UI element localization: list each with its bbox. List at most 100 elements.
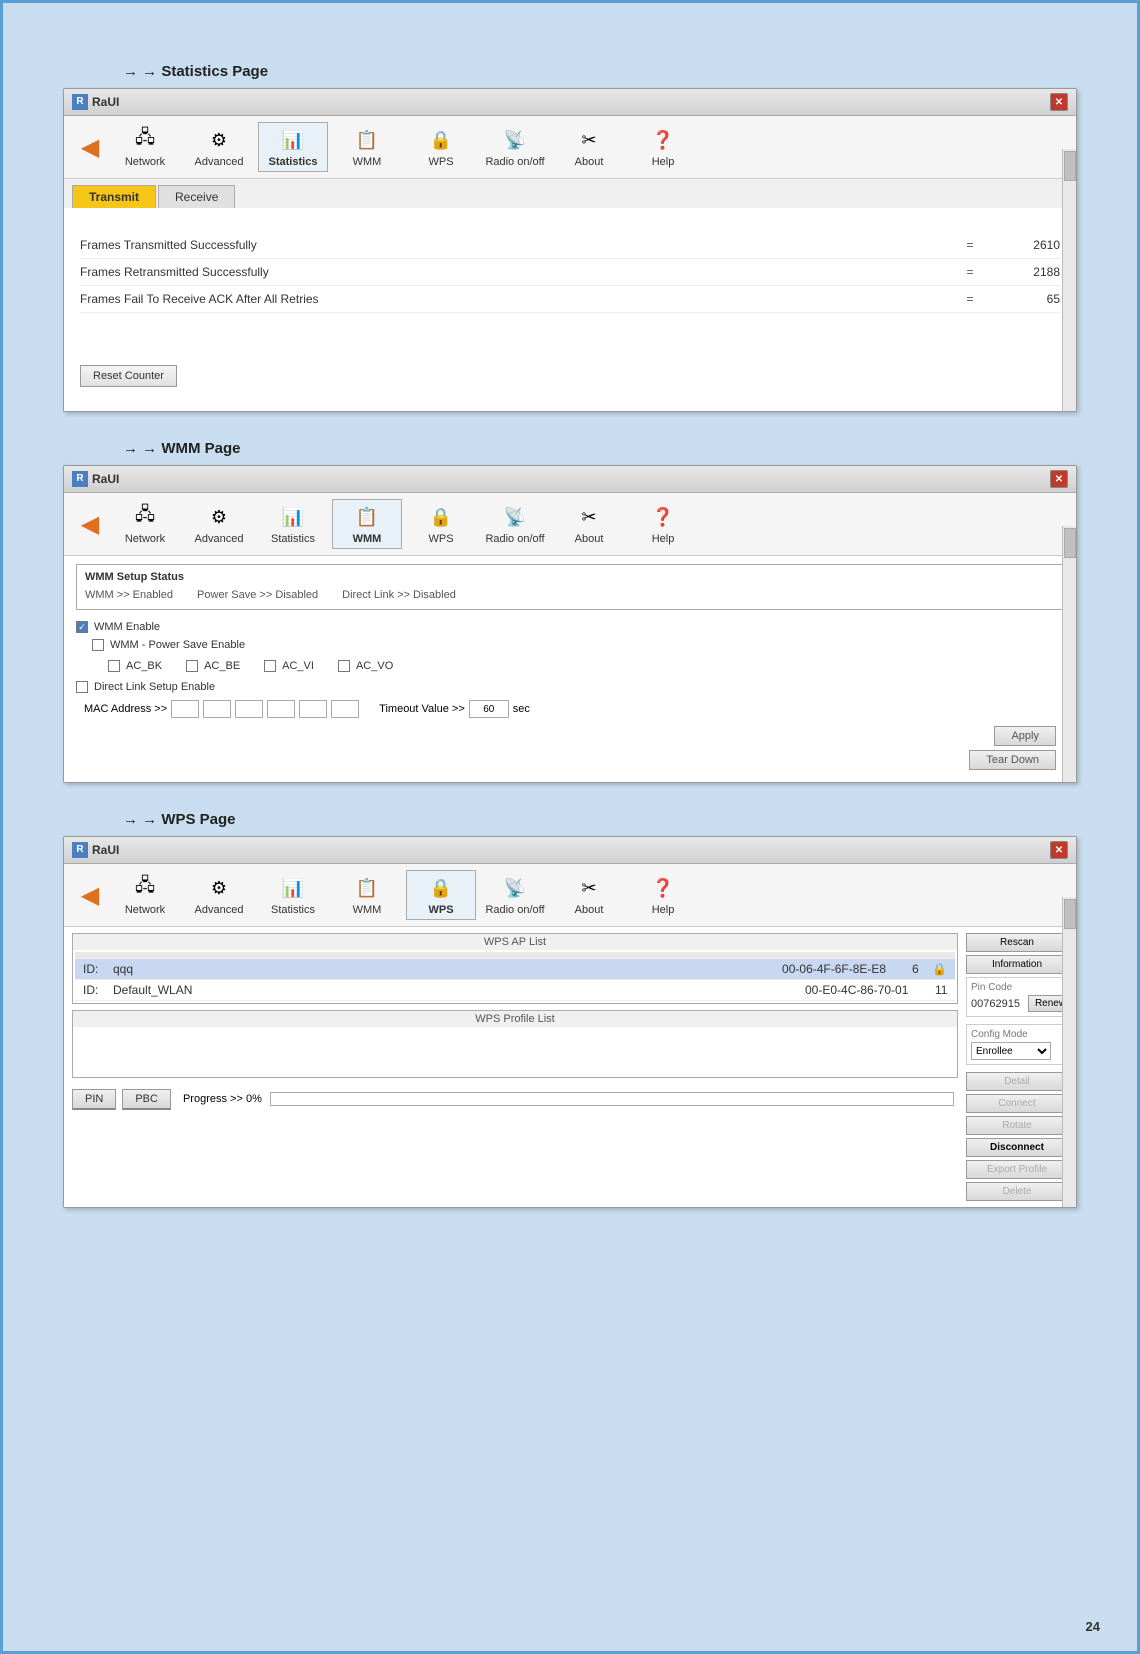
ac-be-checkbox[interactable] [186, 660, 198, 672]
title-bar-wmm: R RaUI ✕ [64, 466, 1076, 493]
wmm-toolbar-statistics[interactable]: 📊 Statistics [258, 499, 328, 549]
tab-transmit[interactable]: Transmit [72, 185, 156, 208]
mac-field-2[interactable] [203, 700, 231, 718]
wps-ap-header [75, 952, 955, 959]
timeout-field[interactable] [469, 700, 509, 718]
wps-wmm-icon: 📋 [352, 874, 382, 902]
wps-ap-row-1[interactable]: ID: Default_WLAN 00-E0-4C-86-70-01 11 [75, 980, 955, 1001]
wmm-power-save-checkbox[interactable] [92, 639, 104, 651]
wmm-toolbar-help[interactable]: ❓ Help [628, 499, 698, 549]
wps-toolbar-wmm[interactable]: 📋 WMM [332, 870, 402, 920]
stats-value-2: 65 [980, 292, 1060, 306]
close-button[interactable]: ✕ [1050, 93, 1068, 111]
wps-close-button[interactable]: ✕ [1050, 841, 1068, 859]
wps-back-button[interactable]: ◀ [74, 875, 106, 915]
title-icon-wps: R [72, 842, 88, 858]
scrollbar-thumb-statistics[interactable] [1064, 151, 1076, 181]
wps-ap-row-0[interactable]: ID: qqq 00-06-4F-6F-8E-E8 6 🔒 [75, 959, 955, 980]
wps-toolbar-advanced[interactable]: ⚙ Advanced [184, 870, 254, 920]
ac-vi-checkbox[interactable] [264, 660, 276, 672]
network-icon: 🖧 [130, 126, 160, 154]
ac-bk-row: AC_BK [108, 657, 162, 675]
wps-window-title: RaUI [92, 843, 119, 857]
wmm-toolbar-wps[interactable]: 🔒 WPS [406, 499, 476, 549]
toolbar-item-wmm[interactable]: 📋 WMM [332, 122, 402, 172]
config-mode-select[interactable]: Enrollee Registrar [971, 1042, 1051, 1060]
scrollbar-wps[interactable] [1062, 897, 1076, 1207]
mac-field-4[interactable] [267, 700, 295, 718]
wps-toolbar-wps[interactable]: 🔒 WPS [406, 870, 476, 920]
toolbar-item-about[interactable]: ✂ About [554, 122, 624, 172]
ac-vo-checkbox[interactable] [338, 660, 350, 672]
scrollbar-statistics[interactable] [1062, 149, 1076, 411]
toolbar-wmm: ◀ 🖧 Network ⚙ Advanced 📊 Statistics 📋 WM… [64, 493, 1076, 556]
wps-pin-pbc-buttons: PIN PBC [72, 1089, 171, 1110]
information-button[interactable]: Information [966, 955, 1068, 974]
toolbar-item-wps[interactable]: 🔒 WPS [406, 122, 476, 172]
toolbar-item-advanced[interactable]: ⚙ Advanced [184, 122, 254, 172]
progress-bar [270, 1092, 954, 1106]
ac-vi-row: AC_VI [264, 657, 314, 675]
section-header-statistics: → → Statistics Page [123, 63, 1077, 80]
ac-bk-checkbox[interactable] [108, 660, 120, 672]
wps-ap-mac-0: 00-06-4F-6F-8E-E8 [778, 961, 908, 977]
wmm-enable-row: ✓ WMM Enable [76, 618, 1064, 636]
wps-toolbar-network[interactable]: 🖧 Network [110, 870, 180, 920]
connect-button[interactable]: Connect [966, 1094, 1068, 1113]
wps-right-panel: Rescan Information Pin Code 00762915 Ren… [958, 933, 1068, 1201]
detail-button[interactable]: Detail [966, 1072, 1068, 1091]
wmm-toolbar-radio[interactable]: 📡 Radio on/off [480, 499, 550, 549]
pbc-button[interactable]: PBC [122, 1089, 171, 1110]
wmm-wmm-icon: 📋 [352, 503, 382, 531]
wmm-toolbar-wmm[interactable]: 📋 WMM [332, 499, 402, 549]
arrow-icon: → [123, 63, 138, 80]
wps-statistics-icon: 📊 [278, 874, 308, 902]
wps-radio-icon: 📡 [500, 874, 530, 902]
delete-button[interactable]: Delete [966, 1182, 1068, 1201]
mac-address-row: MAC Address >> Timeout Value >> sec [76, 696, 1064, 722]
wmm-action-buttons: Apply Tear Down [76, 722, 1064, 774]
back-button[interactable]: ◀ [74, 127, 106, 167]
wmm-back-button[interactable]: ◀ [74, 504, 106, 544]
ac-be-label: AC_BE [204, 660, 240, 672]
direct-link-checkbox[interactable] [76, 681, 88, 693]
pin-code-row: 00762915 Renew [971, 995, 1063, 1012]
wmm-enable-checkbox[interactable]: ✓ [76, 621, 88, 633]
disconnect-button[interactable]: Disconnect [966, 1138, 1068, 1157]
tear-down-button[interactable]: Tear Down [969, 750, 1056, 770]
page-number: 24 [1086, 1619, 1100, 1634]
section-header-wps: → → WPS Page [123, 811, 1077, 828]
statistics-window: R RaUI ✕ ◀ 🖧 Network ⚙ Advanced 📊 Statis… [63, 88, 1077, 412]
wps-toolbar-help[interactable]: ❓ Help [628, 870, 698, 920]
wps-toolbar-statistics[interactable]: 📊 Statistics [258, 870, 328, 920]
toolbar-label-statistics: Statistics [269, 156, 318, 168]
apply-button[interactable]: Apply [994, 726, 1056, 746]
toolbar-item-radio[interactable]: 📡 Radio on/off [480, 122, 550, 172]
mac-field-6[interactable] [331, 700, 359, 718]
tab-receive[interactable]: Receive [158, 185, 235, 208]
toolbar-label-wps: WPS [428, 156, 453, 168]
mac-field-5[interactable] [299, 700, 327, 718]
wmm-direct-link-status: Direct Link >> Disabled [342, 589, 456, 601]
wps-toolbar-radio[interactable]: 📡 Radio on/off [480, 870, 550, 920]
reset-counter-button[interactable]: Reset Counter [80, 365, 177, 387]
toolbar-item-network[interactable]: 🖧 Network [110, 122, 180, 172]
wmm-toolbar-about[interactable]: ✂ About [554, 499, 624, 549]
radio-icon: 📡 [500, 126, 530, 154]
wps-toolbar-about[interactable]: ✂ About [554, 870, 624, 920]
mac-field-1[interactable] [171, 700, 199, 718]
toolbar-label-network: Network [125, 156, 165, 168]
export-profile-button[interactable]: Export Profile [966, 1160, 1068, 1179]
mac-field-3[interactable] [235, 700, 263, 718]
pin-button[interactable]: PIN [72, 1089, 116, 1110]
scrollbar-thumb-wmm[interactable] [1064, 528, 1076, 558]
rotate-button[interactable]: Rotate [966, 1116, 1068, 1135]
toolbar-item-help[interactable]: ❓ Help [628, 122, 698, 172]
rescan-button[interactable]: Rescan [966, 933, 1068, 952]
scrollbar-thumb-wps[interactable] [1064, 899, 1076, 929]
toolbar-item-statistics[interactable]: 📊 Statistics [258, 122, 328, 172]
wmm-close-button[interactable]: ✕ [1050, 470, 1068, 488]
wmm-toolbar-network[interactable]: 🖧 Network [110, 499, 180, 549]
scrollbar-wmm[interactable] [1062, 526, 1076, 782]
wmm-toolbar-advanced[interactable]: ⚙ Advanced [184, 499, 254, 549]
